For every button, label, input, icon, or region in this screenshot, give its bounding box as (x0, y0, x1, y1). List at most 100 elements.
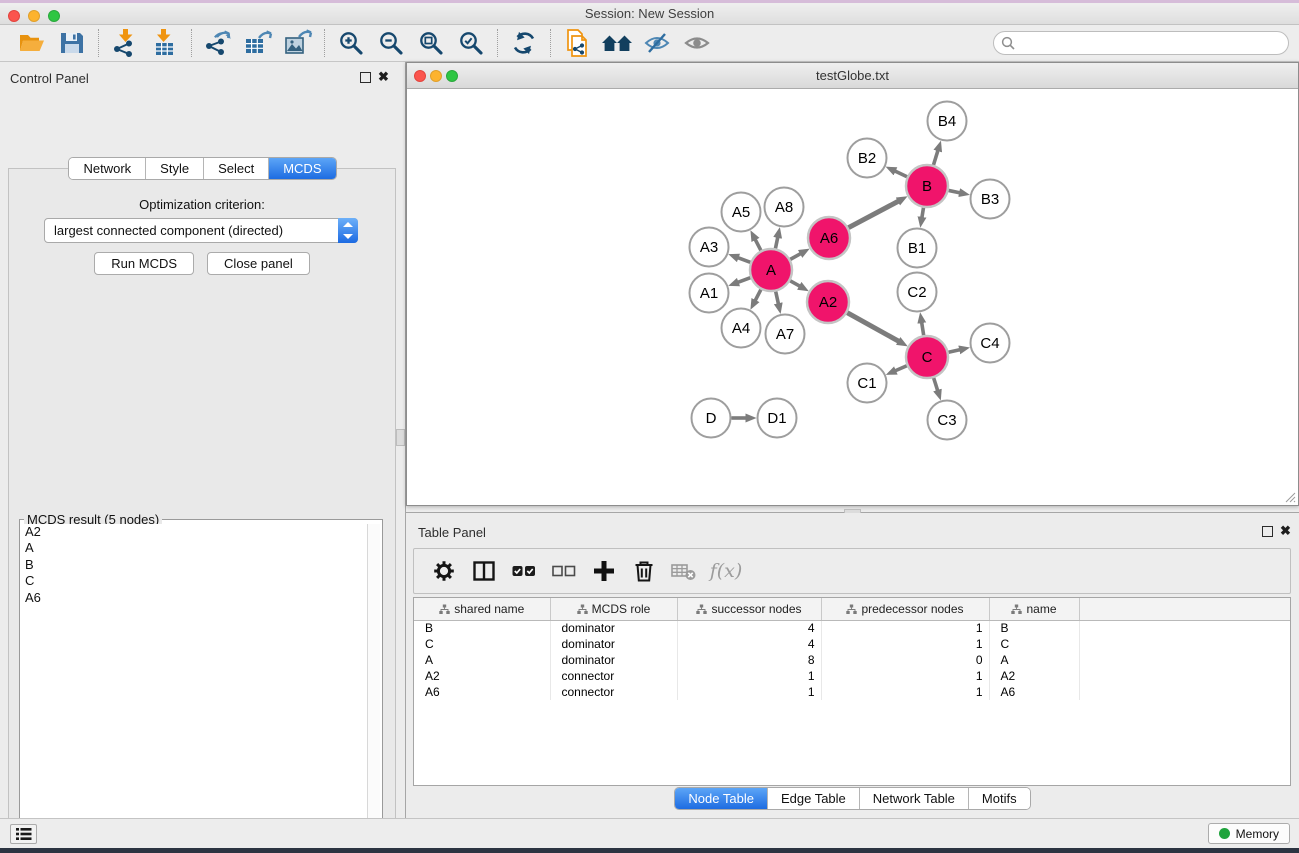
optimization-criterion-dropdown[interactable]: largest connected component (directed) (44, 218, 358, 243)
table-cell[interactable]: A2 (989, 668, 1079, 684)
graph-node-A4[interactable]: A4 (722, 309, 761, 348)
graph-node-A8[interactable]: A8 (765, 188, 804, 227)
run-mcds-button[interactable]: Run MCDS (94, 252, 194, 275)
graph-node-C[interactable]: C (906, 336, 948, 378)
float-panel-icon[interactable] (360, 72, 371, 83)
tab-network-table[interactable]: Network Table (859, 788, 968, 809)
graph-node-A1[interactable]: A1 (690, 274, 729, 313)
hide-panel-eye-icon[interactable] (637, 27, 677, 59)
show-panel-eye-icon[interactable] (677, 27, 717, 59)
column-header-shared-name[interactable]: shared name (414, 598, 550, 620)
table-cell[interactable]: 1 (821, 620, 989, 636)
column-header-predecessor-nodes[interactable]: predecessor nodes (821, 598, 989, 620)
task-history-button[interactable] (10, 824, 37, 844)
table-cell[interactable]: A6 (414, 684, 550, 700)
close-panel-button[interactable]: Close panel (207, 252, 310, 275)
graph-edge-A2-C[interactable] (847, 313, 899, 342)
mcds-result-list[interactable]: A2ABCA6 (22, 524, 366, 853)
graph-edge-A-A8[interactable] (775, 237, 777, 249)
table-cell[interactable]: 8 (677, 652, 821, 668)
mcds-result-item[interactable]: A (22, 540, 366, 556)
graph-edge-C-C3[interactable] (934, 378, 938, 391)
tab-motifs[interactable]: Motifs (968, 788, 1030, 809)
table-row[interactable]: Adominator80A (414, 652, 1290, 668)
table-row[interactable]: A2connector11A2 (414, 668, 1290, 684)
delete-table-icon[interactable] (666, 554, 702, 588)
table-row[interactable]: Cdominator41C (414, 636, 1290, 652)
graph-node-A6[interactable]: A6 (808, 217, 850, 259)
export-image-icon[interactable] (278, 27, 318, 59)
table-cell[interactable]: 4 (677, 636, 821, 652)
graph-edge-C-C2[interactable] (922, 322, 924, 335)
table-cell[interactable]: 4 (677, 620, 821, 636)
graph-edge-A-A4[interactable] (755, 290, 761, 301)
graph-node-A5[interactable]: A5 (722, 193, 761, 232)
graph-edge-A-A1[interactable] (738, 278, 751, 283)
node-table[interactable]: shared nameMCDS rolesuccessor nodesprede… (413, 597, 1291, 786)
table-cell[interactable]: 1 (677, 684, 821, 700)
mcds-result-item[interactable]: B (22, 557, 366, 573)
tab-node-table[interactable]: Node Table (675, 788, 767, 809)
graph-node-B[interactable]: B (906, 165, 948, 207)
graph-edge-B-B2[interactable] (895, 171, 907, 177)
graph-node-B1[interactable]: B1 (898, 229, 937, 268)
table-cell[interactable]: dominator (550, 620, 677, 636)
graph-edge-B-B3[interactable] (949, 190, 961, 192)
graph-edge-C-C1[interactable] (895, 366, 907, 371)
tab-style[interactable]: Style (145, 158, 203, 179)
tab-edge-table[interactable]: Edge Table (767, 788, 859, 809)
save-session-icon[interactable] (52, 27, 92, 59)
graph-node-A[interactable]: A (750, 249, 792, 291)
delete-column-trash-icon[interactable] (626, 554, 662, 588)
import-table-icon[interactable] (145, 27, 185, 59)
open-session-icon[interactable] (12, 27, 52, 59)
graph-node-C1[interactable]: C1 (848, 364, 887, 403)
close-panel-icon[interactable]: ✖ (378, 69, 389, 85)
graph-node-A3[interactable]: A3 (690, 228, 729, 267)
network-canvas[interactable]: B4B2BB3A8A5A6A3B1AC2A1A2A4A7C4CC1C3DD1 (407, 89, 1298, 505)
table-cell[interactable]: A2 (414, 668, 550, 684)
table-cell[interactable]: dominator (550, 636, 677, 652)
float-table-panel-icon[interactable] (1262, 526, 1273, 537)
graph-edge-A-A2[interactable] (790, 281, 800, 287)
table-cell[interactable]: B (414, 620, 550, 636)
mcds-result-item[interactable]: A2 (22, 524, 366, 540)
mcds-result-item[interactable]: C (22, 573, 366, 589)
zoom-fit-icon[interactable] (411, 27, 451, 59)
table-cell[interactable]: 0 (821, 652, 989, 668)
add-column-icon[interactable] (586, 554, 622, 588)
zoom-in-icon[interactable] (331, 27, 371, 59)
graph-node-A7[interactable]: A7 (766, 315, 805, 354)
zoom-out-icon[interactable] (371, 27, 411, 59)
search-input[interactable] (993, 31, 1289, 55)
graph-node-A2[interactable]: A2 (807, 281, 849, 323)
table-row[interactable]: A6connector11A6 (414, 684, 1290, 700)
graph-edge-C-C4[interactable] (948, 350, 960, 353)
table-cell[interactable]: A6 (989, 684, 1079, 700)
graph-edge-A-A6[interactable] (790, 253, 801, 259)
graph-node-D1[interactable]: D1 (758, 399, 797, 438)
graph-edge-A6-B[interactable] (848, 201, 898, 228)
graph-edge-A-A5[interactable] (755, 239, 761, 250)
table-row[interactable]: Bdominator41B (414, 620, 1290, 636)
result-scrollbar[interactable] (367, 524, 380, 853)
graph-edge-A-A3[interactable] (738, 258, 751, 263)
export-table-icon[interactable] (238, 27, 278, 59)
column-header-MCDS-role[interactable]: MCDS role (550, 598, 677, 620)
table-cell[interactable]: A (414, 652, 550, 668)
export-network-icon[interactable] (198, 27, 238, 59)
graph-node-C2[interactable]: C2 (898, 273, 937, 312)
memory-button[interactable]: Memory (1208, 823, 1290, 844)
tab-mcds[interactable]: MCDS (268, 158, 335, 179)
table-cell[interactable]: dominator (550, 652, 677, 668)
graph-edge-B-B4[interactable] (933, 150, 938, 165)
window-resize-grip[interactable] (1282, 489, 1296, 503)
select-all-icon[interactable] (506, 554, 542, 588)
clone-network-icon[interactable] (557, 27, 597, 59)
tab-network[interactable]: Network (69, 158, 145, 179)
tab-select[interactable]: Select (203, 158, 268, 179)
table-cell[interactable]: C (414, 636, 550, 652)
graph-node-B3[interactable]: B3 (971, 180, 1010, 219)
graph-node-D[interactable]: D (692, 399, 731, 438)
table-cell[interactable]: connector (550, 668, 677, 684)
